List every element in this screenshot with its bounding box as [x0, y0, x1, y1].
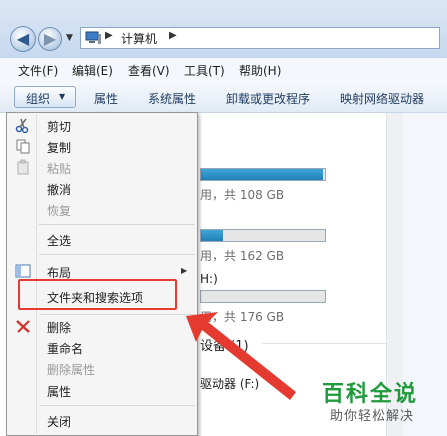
address-bar[interactable]: ▶ 计算机 ▶: [80, 27, 440, 49]
menu-separator: [39, 224, 195, 225]
menu-edit[interactable]: 编辑(E): [72, 62, 113, 79]
chevron-down-icon: ▼: [59, 92, 66, 101]
drive-usage-bar: [200, 290, 326, 303]
breadcrumb-chevron-icon[interactable]: ▶: [105, 30, 113, 41]
menu-help[interactable]: 帮助(H): [239, 62, 281, 79]
menu-item-label: 属性: [47, 385, 72, 399]
menu-item-select-all[interactable]: 全选: [7, 229, 197, 249]
menu-separator: [39, 254, 195, 255]
menu-item-cut[interactable]: 剪切: [7, 115, 197, 135]
menu-item-paste: 粘贴: [7, 157, 197, 177]
menu-item-delete[interactable]: 删除: [7, 316, 197, 336]
menu-item-label: 关闭: [47, 415, 72, 429]
uninstall-program-button[interactable]: 卸载或更改程序: [226, 90, 310, 107]
drive-usage-bar: [200, 168, 326, 181]
section-title: 设备 (1): [200, 339, 249, 354]
menu-bar: 文件(F) 编辑(E) 查看(V) 工具(T) 帮助(H): [0, 58, 447, 83]
scissors-icon: [15, 118, 29, 133]
breadcrumb-chevron-icon[interactable]: ▶: [169, 30, 177, 41]
menu-item-label: 恢复: [47, 204, 72, 218]
menu-item-label: 重命名: [47, 342, 84, 356]
organize-label: 组织: [26, 92, 51, 106]
forward-button[interactable]: ▶: [38, 27, 62, 51]
map-network-drive-button[interactable]: 映射网络驱动器: [340, 90, 424, 107]
back-button[interactable]: ◀: [10, 26, 36, 52]
organize-button[interactable]: 组织 ▼: [14, 86, 76, 108]
menu-separator: [39, 314, 195, 315]
optical-drive-label[interactable]: 驱动器 (F:): [200, 375, 259, 392]
menu-item-label: 删除: [47, 321, 72, 335]
menu-item-properties[interactable]: 属性: [7, 380, 197, 400]
command-bar: 组织 ▼ 属性 系统属性 卸载或更改程序 映射网络驱动器: [0, 82, 447, 113]
menu-item-copy[interactable]: 复制: [7, 136, 197, 156]
paste-icon: [17, 159, 29, 175]
menu-item-remove-properties: 删除属性: [7, 358, 197, 378]
submenu-arrow-icon: ▶: [181, 266, 188, 275]
watermark-logo-text: 百科全说: [322, 382, 419, 407]
system-properties-button[interactable]: 系统属性: [148, 90, 196, 107]
menu-item-layout[interactable]: 布局 ▶: [7, 261, 197, 281]
breadcrumb-computer[interactable]: 计算机: [121, 30, 157, 47]
arrow-right-icon: ▶: [43, 29, 57, 48]
drive-usage-fill: [201, 230, 224, 241]
menu-item-undo[interactable]: 撤消: [7, 178, 197, 198]
drive-capacity-text: 用，共 162 GB: [200, 249, 285, 263]
window-titlebar: ◀ ▶ ▼ ▶ 计算机 ▶: [0, 0, 447, 58]
menu-tools[interactable]: 工具(T): [184, 62, 225, 79]
drive-label: H:): [200, 272, 218, 286]
delete-x-icon: [16, 320, 30, 333]
annotation-highlight-box: [18, 279, 177, 310]
menu-file[interactable]: 文件(F): [18, 62, 58, 79]
menu-item-close[interactable]: 关闭: [7, 410, 197, 430]
menu-item-label: 剪切: [47, 120, 72, 134]
menu-view[interactable]: 查看(V): [128, 62, 170, 79]
menu-item-label: 复制: [47, 141, 72, 155]
drive-capacity-text: 用，共 108 GB: [200, 188, 285, 202]
menu-item-label: 全选: [47, 234, 72, 248]
menu-item-label: 删除属性: [47, 363, 96, 377]
drive-usage-fill: [201, 169, 323, 180]
section-divider: [262, 343, 386, 344]
layout-icon: [15, 264, 31, 278]
menu-item-label: 撤消: [47, 183, 72, 197]
menu-item-label: 粘贴: [47, 162, 72, 176]
menu-item-rename[interactable]: 重命名: [7, 337, 197, 357]
drive-capacity-text: 用，共 176 GB: [200, 310, 285, 324]
drive-usage-bar: [200, 229, 326, 242]
arrow-left-icon: ◀: [16, 29, 30, 48]
menu-separator: [39, 405, 195, 406]
copy-icon: [16, 139, 30, 154]
menu-item-redo: 恢复: [7, 199, 197, 219]
organize-dropdown-menu: 剪切 复制 粘贴 撤消 恢复 全选 布局 ▶ 文件夹和搜索选项 删除 重命名 删…: [6, 112, 198, 436]
recent-pages-dropdown-icon[interactable]: ▼: [66, 33, 73, 43]
watermark-slogan: 助你轻松解决: [330, 409, 415, 424]
properties-button[interactable]: 属性: [94, 90, 118, 107]
computer-icon: [85, 31, 101, 44]
